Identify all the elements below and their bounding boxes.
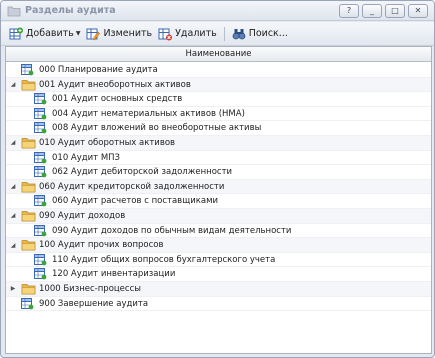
- delete-button[interactable]: Удалить: [155, 24, 220, 44]
- expand-open-icon[interactable]: ◢: [9, 183, 17, 191]
- document-grid-icon: [21, 297, 34, 313]
- tree-row-label: 001 Аудит основных средств: [52, 94, 183, 105]
- tree-row-label: 110 Аудит общих вопросов бухгалтерского …: [52, 254, 276, 265]
- expand-open-icon[interactable]: ◢: [9, 241, 17, 249]
- tree-folder-row[interactable]: ◢ 010 Аудит оборотных активов: [6, 135, 431, 151]
- tree-row-label: 010 Аудит МПЗ: [52, 152, 120, 163]
- add-label: Добавить: [26, 28, 74, 39]
- toolbar-separator: [223, 26, 225, 41]
- tree-item-row[interactable]: 060 Аудит расчетов с поставщиками: [6, 194, 431, 209]
- tree-item-row[interactable]: 004 Аудит нематериальных активов (НМА): [6, 107, 431, 122]
- tree-row-label: 008 Аудит вложений во внеоборотные актив…: [52, 123, 262, 134]
- chevron-down-icon[interactable]: ▼: [76, 30, 81, 37]
- tree-folder-row[interactable]: ◢ 100 Аудит прочих вопросов: [6, 238, 431, 253]
- tree-item-row[interactable]: 010 Аудит МПЗ: [6, 151, 431, 166]
- tree-row-label: 090 Аудит доходов по обычным видам деяте…: [52, 225, 292, 236]
- tree-row-label: 060 Аудит кредиторской задолженности: [39, 181, 225, 192]
- tree-folder-row[interactable]: ◢ 090 Аудит доходов: [6, 208, 431, 224]
- tree-row-label: 100 Аудит прочих вопросов: [39, 240, 164, 251]
- toolbar: Добавить ▼ Изменить Удалить Поиск...: [1, 22, 434, 46]
- minimize-button[interactable]: _: [362, 4, 382, 18]
- tree-item-row[interactable]: 900 Завершение аудита: [6, 297, 431, 312]
- column-header-name[interactable]: Наименование: [6, 47, 431, 62]
- edit-label: Изменить: [103, 28, 153, 39]
- add-button[interactable]: Добавить ▼: [6, 24, 83, 44]
- binoculars-icon: [232, 28, 246, 39]
- tree-rows: 000 Планирование аудита ◢ 001 Аудит внеобо…: [6, 63, 431, 312]
- tree-row-label: 1000 Бизнес-процессы: [39, 283, 141, 294]
- tree-item-row[interactable]: 090 Аудит доходов по обычным видам деяте…: [6, 224, 431, 239]
- tree-item-row[interactable]: 000 Планирование аудита: [6, 63, 431, 78]
- window-controls: ? _ □ ✕: [339, 4, 428, 18]
- edit-button[interactable]: Изменить: [83, 24, 155, 44]
- tree-item-row[interactable]: 001 Аудит основных средств: [6, 92, 431, 107]
- delete-label: Удалить: [175, 28, 217, 39]
- tree-item-row[interactable]: 110 Аудит общих вопросов бухгалтерского …: [6, 253, 431, 268]
- add-grid-icon: [9, 27, 23, 39]
- tree-grid: Наименование 000 Планирование аудита ◢ 001…: [5, 46, 432, 354]
- expand-open-icon[interactable]: ◢: [9, 139, 17, 147]
- tree-folder-row[interactable]: ◢ 060 Аудит кредиторской задолженности: [6, 179, 431, 195]
- tree-row-label: 090 Аудит доходов: [39, 210, 126, 221]
- folder-icon: [7, 6, 21, 17]
- search-label: Поиск...: [248, 28, 288, 39]
- edit-grid-icon: [86, 28, 101, 40]
- tree-item-row[interactable]: 008 Аудит вложений во внеоборотные актив…: [6, 121, 431, 136]
- tree-row-label: 120 Аудит инвентаризации: [52, 269, 176, 280]
- tree-row-label: 004 Аудит нематериальных активов (НМА): [52, 108, 245, 119]
- tree-folder-row[interactable]: ▶ 1000 Бизнес-процессы: [6, 281, 431, 297]
- tree-row-label: 000 Планирование аудита: [39, 65, 158, 75]
- tree-row-label: 001 Аудит внеоборотных активов: [39, 79, 191, 90]
- tree-row-label: 010 Аудит оборотных активов: [39, 137, 176, 148]
- expand-closed-icon[interactable]: ▶: [9, 285, 17, 293]
- audit-sections-window: Разделы аудита ? _ □ ✕ Добавить ▼ Измени…: [0, 0, 435, 358]
- expand-open-icon[interactable]: ◢: [9, 81, 17, 89]
- search-button[interactable]: Поиск...: [229, 24, 291, 44]
- help-button[interactable]: ?: [339, 4, 359, 18]
- window-title: Разделы аудита: [25, 5, 116, 16]
- expand-open-icon[interactable]: ◢: [9, 212, 17, 220]
- tree-item-row[interactable]: 062 Аудит дебиторской задолженности: [6, 165, 431, 180]
- tree-row-label: 900 Завершение аудита: [39, 298, 149, 309]
- tree-row-label: 062 Аудит дебиторской задолженности: [52, 167, 233, 178]
- delete-grid-icon: [158, 28, 173, 40]
- title-bar[interactable]: Разделы аудита ? _ □ ✕: [1, 1, 434, 21]
- tree-row-label: 060 Аудит расчетов с поставщиками: [52, 196, 219, 207]
- maximize-button[interactable]: □: [385, 4, 405, 18]
- tree-folder-row[interactable]: ◢ 001 Аудит внеоборотных активов: [6, 77, 431, 93]
- close-button[interactable]: ✕: [408, 4, 428, 18]
- tree-item-row[interactable]: 120 Аудит инвентаризации: [6, 267, 431, 282]
